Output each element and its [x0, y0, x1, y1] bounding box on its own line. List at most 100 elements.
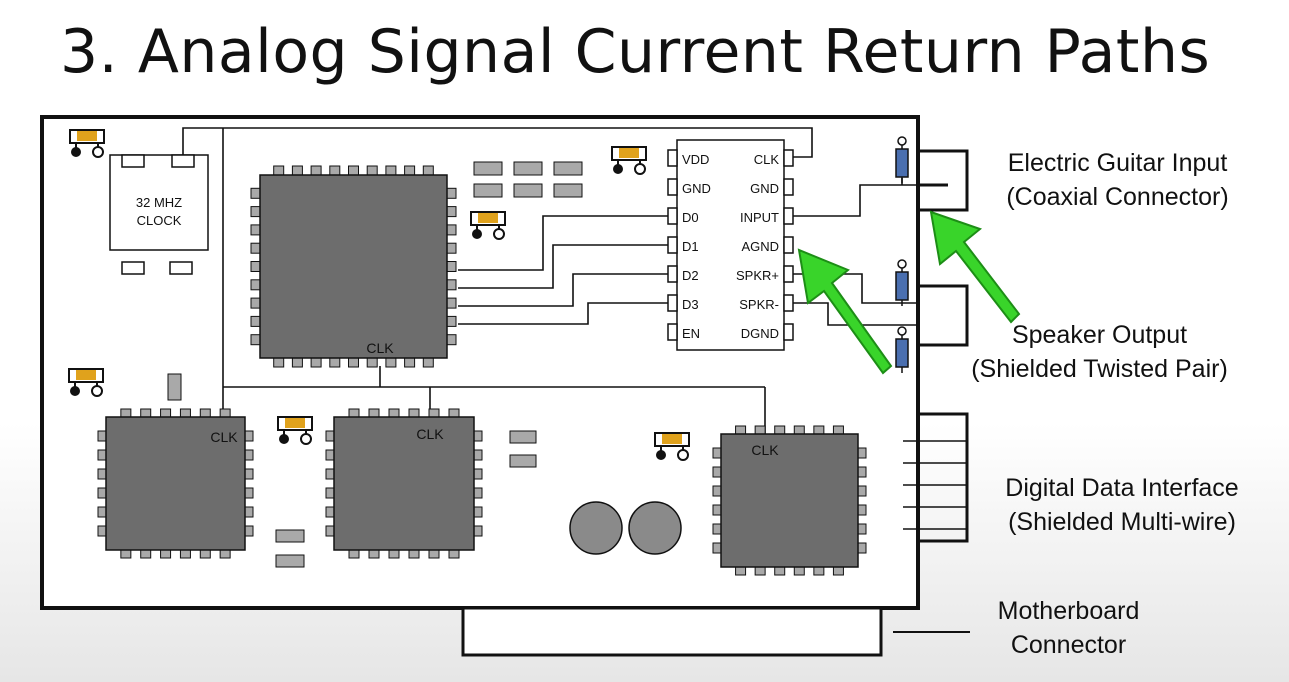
chip-pad: [179, 408, 191, 418]
chip-pad: [448, 408, 460, 418]
chip-pad: [250, 297, 261, 309]
chip-pad: [428, 408, 440, 418]
chip-pad: [774, 425, 786, 435]
adc-pin-label-vdd: VDD: [682, 152, 709, 167]
adc-left-pin: [667, 149, 678, 167]
chip-pad: [250, 224, 261, 236]
adc-right-pin: [783, 178, 794, 196]
chip-pad: [219, 408, 231, 418]
adc-left-pin: [667, 323, 678, 341]
chip-pad: [250, 261, 261, 272]
chip-pad: [244, 430, 254, 442]
adc-right-pin: [783, 294, 794, 312]
adc-left-pin: [667, 294, 678, 312]
chip-pad: [857, 485, 867, 497]
chip-pad: [325, 506, 335, 518]
adc-pin-label-clk: CLK: [754, 152, 780, 167]
chip-pad: [712, 523, 722, 535]
chip-bottom-left-clk-label: CLK: [210, 429, 238, 445]
adc-pin-label-spkr-plus: SPKR+: [736, 268, 779, 283]
chip-pad: [97, 506, 107, 518]
chip-pad: [446, 297, 457, 309]
speaker-output-title: Speaker Output: [1011, 321, 1188, 349]
chip-pad: [97, 487, 107, 499]
chip-pad: [712, 485, 722, 497]
adc-pin-label-d2: D2: [682, 268, 699, 283]
chip-pad: [408, 408, 420, 418]
chip-pad: [273, 357, 285, 368]
chip-pad: [160, 408, 172, 418]
adc-left-pin: [667, 178, 678, 196]
chip-pad: [250, 187, 261, 199]
return-path-arrow-connector: [929, 210, 1021, 324]
chip-bottom-right: CLK: [712, 425, 867, 576]
adc-pin-label-en: EN: [682, 326, 700, 341]
chip-bottom-middle-clk-label: CLK: [416, 426, 444, 442]
chip-pad: [291, 357, 303, 368]
chip-pad: [325, 525, 335, 537]
chip-pad: [428, 549, 440, 559]
adc-pin-label-spkr-minus: SPKR-: [739, 297, 779, 312]
guitar-input-connector: [917, 149, 969, 212]
chip-pad: [325, 468, 335, 480]
digital-interface-subtitle: (Shielded Multi-wire): [1008, 508, 1236, 536]
chip-pad: [97, 525, 107, 537]
mcu-clk-label: CLK: [366, 340, 394, 356]
chip-pad: [120, 408, 132, 418]
chip-pad: [199, 549, 211, 559]
chip-pad: [97, 449, 107, 461]
chip-pad: [813, 566, 825, 576]
chip-pad: [446, 242, 457, 254]
chip-pad: [473, 449, 483, 461]
chip-pad: [857, 523, 867, 535]
chip-pad: [404, 165, 416, 176]
chip-pad: [473, 430, 483, 442]
chip-pad: [250, 206, 261, 218]
chip-pad: [179, 549, 191, 559]
chip-pad: [446, 334, 457, 346]
chip-pad: [754, 566, 766, 576]
speaker-output-callout: Speaker Output (Shielded Twisted Pair): [937, 318, 1262, 386]
chip-pad: [250, 334, 261, 346]
adc-pin-label-d3: D3: [682, 297, 699, 312]
chip-pad: [97, 468, 107, 480]
adc-chip: VDD GND D0 D1 D2 D3 EN CLK GND INPUT AGN…: [667, 139, 794, 351]
chip-pad: [250, 279, 261, 291]
adc-pin-label-gnd: GND: [682, 181, 711, 196]
chip-pad: [446, 224, 457, 236]
chip-pad: [160, 549, 172, 559]
chip-pad: [388, 408, 400, 418]
chip-pad: [366, 357, 378, 368]
chip-pad: [291, 165, 303, 176]
chip-pad: [712, 504, 722, 516]
chip-pad: [857, 504, 867, 516]
chip-pad: [219, 549, 231, 559]
chip-pad: [712, 542, 722, 554]
guitar-input-subtitle: (Coaxial Connector): [1006, 183, 1229, 211]
motherboard-subtitle: Connector: [1010, 631, 1127, 659]
chip-pad: [310, 165, 322, 176]
chip-pad: [857, 447, 867, 459]
chip-pad: [446, 315, 457, 327]
chip-pad: [385, 357, 397, 368]
adc-pin-label-input: INPUT: [740, 210, 779, 225]
chip-pad: [422, 165, 434, 176]
chip-pad: [857, 466, 867, 478]
chip-pad: [793, 425, 805, 435]
chip-pad: [774, 566, 786, 576]
adc-right-pin: [783, 323, 794, 341]
adc-right-pin: [783, 236, 794, 254]
clock-label-line1: 32 MHZ: [136, 195, 182, 210]
chip-bottom-right-clk-label: CLK: [751, 442, 779, 458]
chip-pad: [244, 506, 254, 518]
adc-pin-label-d0: D0: [682, 210, 699, 225]
motherboard-edge-connector: [461, 606, 883, 657]
chip-pad: [735, 425, 747, 435]
chip-pad: [250, 242, 261, 254]
chip-pad: [325, 487, 335, 499]
guitar-input-title: Electric Guitar Input: [1007, 149, 1228, 177]
chip-bottom-left: CLK: [97, 408, 254, 559]
chip-pad: [348, 357, 359, 368]
chip-pad: [473, 525, 483, 537]
chip-pad: [250, 315, 261, 327]
